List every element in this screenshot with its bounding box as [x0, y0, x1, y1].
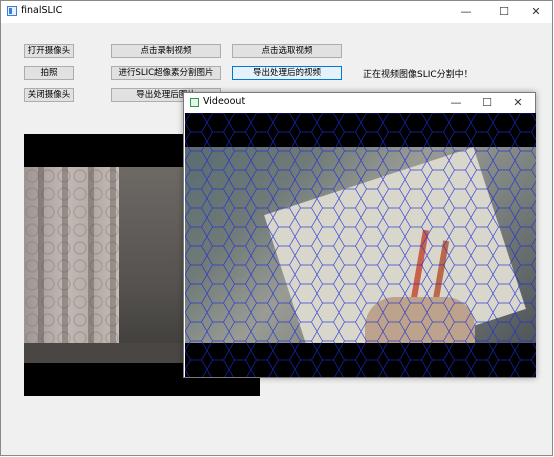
close-button[interactable]: ✕	[519, 1, 553, 23]
videoout-minimize-button[interactable]: —	[440, 93, 472, 113]
slic-video-output	[185, 113, 536, 377]
videoout-close-button[interactable]: ✕	[502, 93, 534, 113]
record-video-button[interactable]: 点击录制视频	[111, 44, 221, 58]
open-camera-button[interactable]: 打开摄像头	[24, 44, 74, 58]
videoout-title: Videoout	[203, 96, 246, 107]
close-camera-button[interactable]: 关闭摄像头	[24, 88, 74, 102]
curtain-fold	[62, 167, 68, 363]
minimize-button[interactable]: —	[449, 1, 483, 23]
videoout-window[interactable]: Videoout — ☐ ✕	[183, 92, 536, 378]
videoout-app-icon	[190, 98, 199, 107]
slic-segment-image-button[interactable]: 进行SLIC超像素分割图片	[111, 66, 221, 80]
export-video-button[interactable]: 导出处理后的视频	[232, 66, 342, 80]
videoout-maximize-button[interactable]: ☐	[471, 93, 503, 113]
app-icon	[7, 6, 17, 16]
take-photo-button[interactable]: 拍照	[24, 66, 74, 80]
curtain-fold	[110, 167, 116, 363]
videoout-title-bar[interactable]: Videoout — ☐ ✕	[184, 93, 535, 113]
maximize-button[interactable]: ☐	[487, 1, 521, 23]
curtain-fold	[38, 167, 44, 363]
status-label: 正在视频图像SLIC分割中！	[363, 70, 473, 80]
window-title: finalSLIC	[21, 5, 63, 16]
superpixel-grid	[185, 113, 536, 377]
title-bar[interactable]: finalSLIC — ☐ ✕	[1, 1, 552, 23]
select-video-button[interactable]: 点击选取视频	[232, 44, 342, 58]
curtain-fold	[88, 167, 94, 363]
